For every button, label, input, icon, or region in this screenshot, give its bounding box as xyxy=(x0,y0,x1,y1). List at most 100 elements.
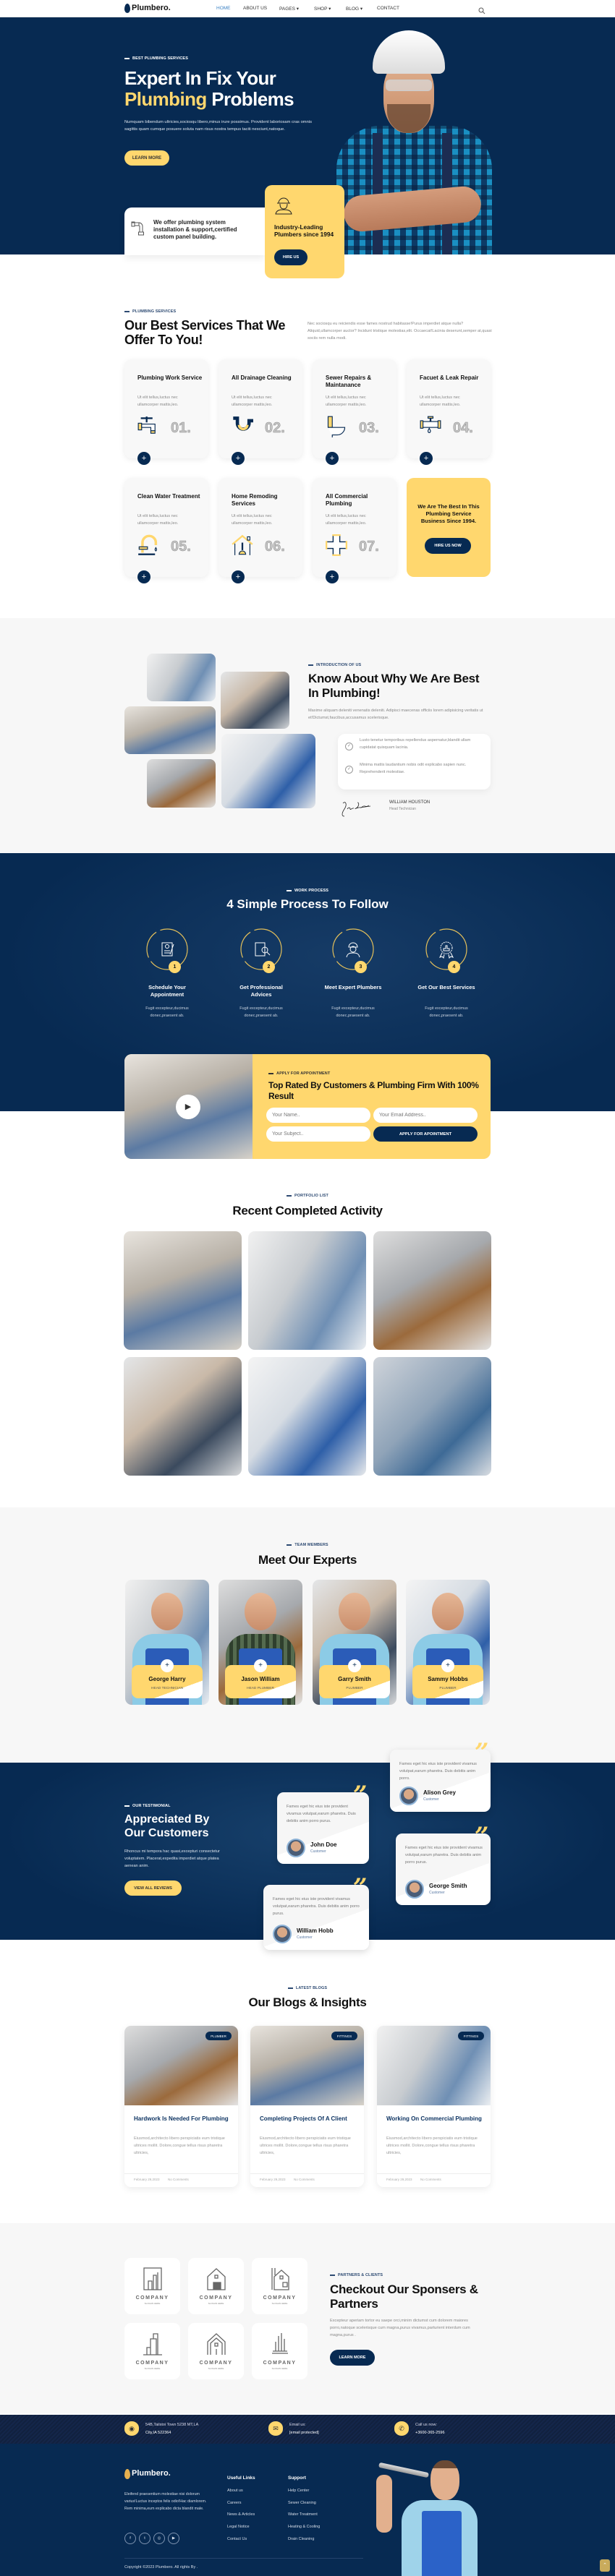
partner-logo[interactable]: COMPANY SLOGAN HERE xyxy=(124,2323,180,2379)
partner-slogan: SLOGAN HERE xyxy=(208,2367,224,2370)
service-card[interactable]: Home Remoding Services Ut elit tellus,luc… xyxy=(219,478,302,583)
review-card: ” Fames eget hic eius iste provident viva… xyxy=(277,1781,369,1864)
contact-line2[interactable]: +3600-365-2596 xyxy=(415,2431,445,2435)
team-member-card[interactable]: Garry Smith PLUMBER + xyxy=(313,1580,396,1705)
blog-card[interactable]: FITTINGS Completing Projects Of A Client E… xyxy=(250,2026,364,2187)
service-card[interactable]: Clean Water Treatment Ut elit tellus,luct… xyxy=(124,478,208,583)
review-card: ” Fames eget hic eius iste provident viva… xyxy=(390,1738,491,1812)
hero-title: Expert In Fix Your Plumbing Problems xyxy=(124,68,342,110)
service-title: Home Remoding Services xyxy=(232,493,278,507)
member-plus-button[interactable]: + xyxy=(441,1659,454,1672)
email-input[interactable] xyxy=(373,1108,478,1123)
service-desc: Ut elit tellus,luctus nec ullamcorper ma… xyxy=(232,395,273,407)
subject-input[interactable] xyxy=(266,1126,370,1142)
services-label: PLUMBING SERVICES xyxy=(124,309,176,314)
member-plus-button[interactable]: + xyxy=(161,1659,174,1672)
portfolio-item[interactable] xyxy=(373,1357,491,1476)
nav-item-blog[interactable]: BLOG ▾ xyxy=(346,6,362,12)
twitter-icon[interactable]: t xyxy=(139,2533,150,2544)
youtube-icon[interactable]: ▶ xyxy=(168,2533,179,2544)
member-role: PLUMBER xyxy=(346,1687,363,1690)
footer-logo-icon xyxy=(124,2469,130,2479)
service-card[interactable]: All Commercial Plumbing Ut elit tellus,lu… xyxy=(313,478,396,583)
partner-name: COMPANY xyxy=(263,2295,297,2301)
blog-tag[interactable]: FITTINGS xyxy=(458,2032,484,2040)
view-all-reviews-button[interactable]: VIEW ALL REVIEWS xyxy=(124,1880,182,1896)
partners-learn-more-button[interactable]: LEARN MORE xyxy=(330,2350,375,2366)
apply-appointment-button[interactable]: APPLY FOR APOINTMENT xyxy=(373,1126,478,1142)
blog-card[interactable]: PLUMBER Hardwork Is Needed For Plumbing Ei… xyxy=(124,2026,238,2187)
footer-link[interactable]: Sewer Cleaning xyxy=(288,2501,316,2505)
blog-comments[interactable]: No Comments xyxy=(294,2178,315,2181)
team-member-card[interactable]: Jason William HEAD PLUMBER + xyxy=(219,1580,302,1705)
back-to-top-button[interactable]: ⌃ xyxy=(600,2559,610,2572)
footer-plumber-image xyxy=(373,2453,492,2576)
building-logo-icon xyxy=(270,2267,290,2291)
portfolio-item[interactable] xyxy=(248,1231,366,1350)
partner-logo[interactable]: COMPANY SLOGAN HERE xyxy=(252,2323,308,2379)
portfolio-item[interactable] xyxy=(124,1231,242,1350)
document-search-icon xyxy=(250,938,272,960)
footer-link[interactable]: Heating & Cooling xyxy=(288,2525,320,2529)
hire-us-button[interactable]: HIRE US xyxy=(274,249,308,265)
service-card[interactable]: Sewer Repairs & Maintanance Ut elit tellu… xyxy=(313,359,396,465)
portfolio-item[interactable] xyxy=(124,1357,242,1476)
portfolio-item[interactable] xyxy=(248,1357,366,1476)
location-icon: ◉ xyxy=(124,2421,139,2436)
team-member-card[interactable]: Sammy Hobbs PLUMBER + xyxy=(406,1580,490,1705)
footer-link[interactable]: Water Treatment xyxy=(288,2512,318,2517)
nav-item-aboutus[interactable]: ABOUT US xyxy=(243,6,267,11)
footer-link[interactable]: Help Center xyxy=(288,2489,309,2493)
service-card[interactable]: All Drainage Cleaning Ut elit tellus,luct… xyxy=(219,359,302,465)
instagram-icon[interactable]: ◎ xyxy=(153,2533,165,2544)
safety-glasses xyxy=(386,80,432,91)
partner-logo[interactable]: COMPANY SLOGAN HERE xyxy=(188,2258,244,2314)
footer-link[interactable]: News & Articles xyxy=(227,2512,255,2517)
facebook-icon[interactable]: f xyxy=(124,2533,136,2544)
blog-tag[interactable]: PLUMBER xyxy=(205,2032,232,2040)
learn-more-button[interactable]: LEARN MORE xyxy=(124,150,169,166)
nav-item-shop[interactable]: SHOP ▾ xyxy=(314,6,331,12)
footer-link[interactable]: Contact Us xyxy=(227,2537,247,2541)
nav-item-pages[interactable]: PAGES ▾ xyxy=(279,6,299,12)
service-number: 04. xyxy=(453,420,473,437)
blog-card[interactable]: FITTINGS Working On Commercial Plumbing Ei… xyxy=(377,2026,491,2187)
member-role: HEAD PLUMBER xyxy=(247,1687,274,1690)
blog-tag[interactable]: FITTINGS xyxy=(331,2032,357,2040)
partner-logo[interactable]: COMPANY SLOGAN HERE xyxy=(124,2258,180,2314)
partner-logo[interactable]: COMPANY SLOGAN HERE xyxy=(188,2323,244,2379)
service-plus-button[interactable]: + xyxy=(137,570,150,583)
blog-comments[interactable]: No Comments xyxy=(420,2178,441,2181)
nav-item-contact[interactable]: CONTACT xyxy=(377,6,399,11)
service-plus-button[interactable]: + xyxy=(326,570,339,583)
footer-link[interactable]: Careers xyxy=(227,2501,242,2505)
reviewer-avatar xyxy=(405,1880,424,1899)
partner-logo[interactable]: COMPANY SLOGAN HERE xyxy=(252,2258,308,2314)
service-plus-button[interactable]: + xyxy=(326,452,339,465)
nav-item-home[interactable]: HOME xyxy=(216,6,231,11)
blog-comments[interactable]: No Comments xyxy=(168,2178,189,2181)
service-plus-button[interactable]: + xyxy=(420,452,433,465)
service-desc: Ut elit tellus,luctus nec ullamcorper ma… xyxy=(420,395,461,407)
name-input[interactable] xyxy=(266,1108,370,1123)
hire-us-now-button[interactable]: HIRE US NOW xyxy=(425,538,471,554)
service-plus-button[interactable]: + xyxy=(232,570,245,583)
member-plus-button[interactable]: + xyxy=(254,1659,267,1672)
play-video-button[interactable]: ▶ xyxy=(176,1095,200,1119)
service-title: All Drainage Cleaning xyxy=(232,375,292,381)
footer-logo[interactable]: Plumbero. xyxy=(132,2469,171,2478)
partner-name: COMPANY xyxy=(135,2295,169,2301)
search-icon[interactable] xyxy=(478,5,485,14)
footer-link[interactable]: About us xyxy=(227,2489,243,2493)
portfolio-item[interactable] xyxy=(373,1231,491,1350)
footer-link[interactable]: Legal Notice xyxy=(227,2525,250,2529)
member-plus-button[interactable]: + xyxy=(348,1659,361,1672)
service-card[interactable]: Plumbing Work Service Ut elit tellus,luct… xyxy=(124,359,208,465)
service-plus-button[interactable]: + xyxy=(232,452,245,465)
team-member-card[interactable]: George Harry HEAD TECHNICIAN + xyxy=(125,1580,209,1705)
contact-line2[interactable]: [email protected] xyxy=(289,2431,319,2435)
blog-excerpt: Eiusmod,architecto libero perspiciatis e… xyxy=(386,2136,478,2155)
footer-link[interactable]: Drain Cleaning xyxy=(288,2537,314,2541)
service-plus-button[interactable]: + xyxy=(137,452,150,465)
service-card[interactable]: Facuet & Leak Repair Ut elit tellus,luctu… xyxy=(407,359,491,465)
